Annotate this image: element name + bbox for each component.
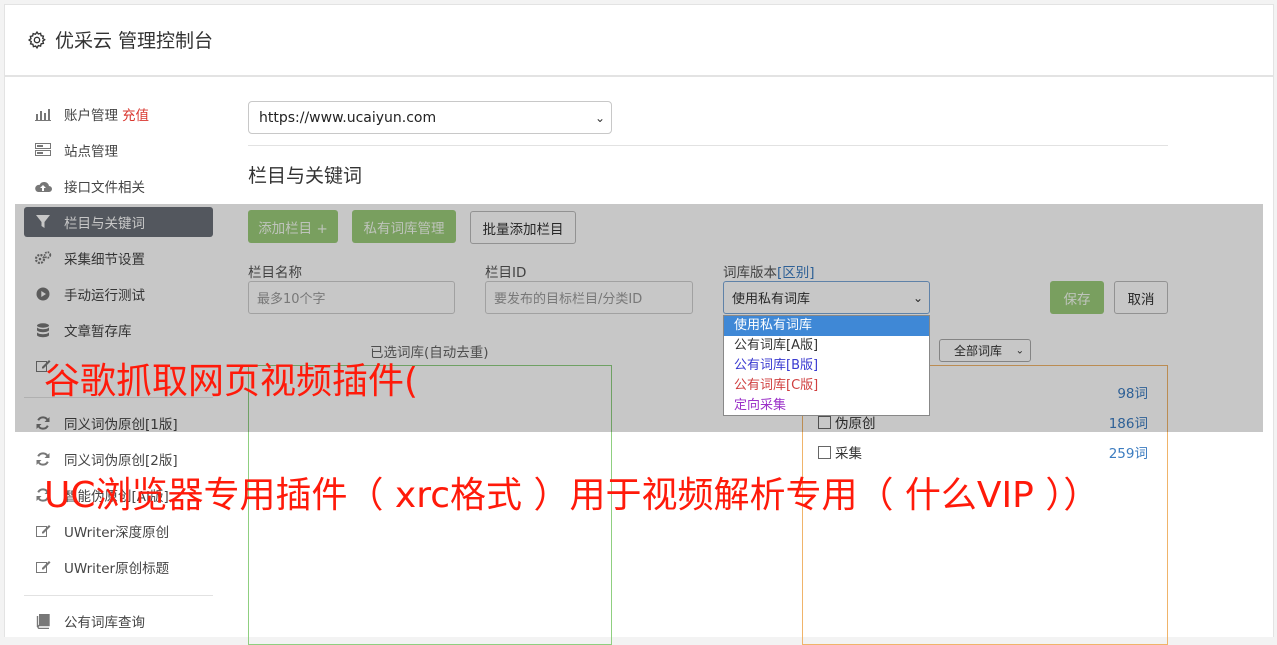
lib-version-value: 使用私有词库	[732, 292, 811, 307]
overlay-caption-2: UC浏览器专用插件（ xrc格式 ）用于视频解析专用（ 什么VIP ））	[44, 475, 1100, 516]
dropdown-option[interactable]: 定向采集	[724, 396, 929, 416]
dropdown-option[interactable]: 公有词库[C版]	[724, 376, 929, 396]
edit-icon	[34, 558, 52, 576]
private-lib-button[interactable]: 私有词库管理	[352, 210, 456, 243]
database-icon	[34, 321, 52, 339]
sidebar-item-uwriter-title[interactable]: UWriter原创标题	[24, 552, 213, 582]
sidebar-item-account[interactable]: 账户管理 充值	[24, 99, 213, 129]
sidebar-item-label: 账户管理	[64, 108, 118, 124]
sidebar-item-sites[interactable]: 站点管理	[24, 135, 213, 165]
dropdown-option[interactable]: 公有词库[A版]	[724, 336, 929, 356]
sidebar-item-manual-run[interactable]: 手动运行测试	[24, 279, 213, 309]
cogs-icon	[34, 249, 52, 267]
divider	[248, 145, 1168, 146]
batch-add-button[interactable]: 批量添加栏目	[470, 211, 576, 244]
sidebar-item-columns-keywords[interactable]: 栏目与关键词	[24, 207, 213, 237]
sidebar-item-label: 手动运行测试	[64, 288, 145, 304]
sidebar-item-label: UWriter深度原创	[64, 525, 170, 541]
lib-version-dropdown[interactable]: 使用私有词库 公有词库[A版] 公有词库[B版] 公有词库[C版] 定向采集	[723, 315, 930, 416]
play-icon	[34, 285, 52, 303]
sidebar-item-label: 栏目与关键词	[64, 216, 145, 232]
section-title: 栏目与关键词	[248, 165, 363, 187]
lib-list-item[interactable]: 采集	[818, 442, 862, 462]
app-title-row: 优采云 管理控制台	[27, 26, 213, 53]
lib-item-count: 186词	[1108, 416, 1148, 432]
cloud-upload-icon	[34, 177, 52, 195]
sidebar-item-label: 采集细节设置	[64, 252, 145, 268]
column-name-input[interactable]: 最多10个字	[248, 281, 455, 314]
sidebar-item-uwriter-deep[interactable]: UWriter深度原创	[24, 516, 213, 546]
sidebar-item-synonym-v1[interactable]: 同义词伪原创[1版]	[24, 408, 213, 438]
sidebar-item-label: 站点管理	[64, 144, 118, 160]
lib-item-name: 采集	[835, 446, 862, 462]
site-select-value: https://www.ucaiyun.com	[259, 109, 437, 126]
lib-version-select[interactable]: 使用私有词库 ⌄	[723, 281, 930, 314]
column-name-label: 栏目名称	[248, 265, 302, 281]
overlay-caption-1: 谷歌抓取网页视频插件(	[44, 361, 419, 402]
chevron-down-icon: ⌄	[594, 110, 605, 125]
sidebar-item-article-storage[interactable]: 文章暂存库	[24, 315, 213, 345]
lib-version-label: 词库版本[区别]	[723, 261, 815, 281]
sidebar-item-label: 同义词伪原创[1版]	[64, 417, 178, 433]
sidebar-item-crawl-settings[interactable]: 采集细节设置	[24, 243, 213, 273]
dropdown-option[interactable]: 使用私有词库	[724, 316, 929, 336]
column-id-label: 栏目ID	[485, 265, 527, 281]
column-id-input[interactable]: 要发布的目标栏目/分类ID	[485, 281, 693, 314]
page-title: 优采云 管理控制台	[55, 30, 214, 52]
chevron-down-icon: ⌄	[1015, 345, 1024, 356]
gear-icon	[27, 30, 46, 49]
add-column-button[interactable]: 添加栏目 +	[248, 210, 338, 243]
bar-chart-icon	[34, 105, 52, 123]
sidebar-item-label: 接口文件相关	[64, 180, 145, 196]
edit-icon	[34, 522, 52, 540]
lib-item-count: 259词	[1108, 446, 1148, 462]
dropdown-option[interactable]: 公有词库[B版]	[724, 356, 929, 376]
recharge-link[interactable]: 充值	[122, 104, 149, 124]
refresh-icon	[34, 414, 52, 432]
sidebar-item-label: 文章暂存库	[64, 324, 132, 340]
checkbox[interactable]	[818, 445, 831, 459]
sidebar-item-label: 公有词库查询	[64, 615, 145, 631]
book-icon	[34, 612, 52, 630]
lib-version-label-text: 词库版本	[723, 265, 777, 281]
filter-icon	[34, 213, 52, 231]
header-bar: 优采云 管理控制台	[4, 4, 1274, 76]
difference-link[interactable]: [区别]	[777, 265, 815, 281]
sidebar-item-public-lib[interactable]: 公有词库查询	[24, 606, 213, 636]
lib-item-count: 98词	[1117, 386, 1148, 402]
chevron-down-icon: ⌄	[912, 290, 923, 305]
server-icon	[34, 141, 52, 159]
sidebar-divider	[24, 595, 213, 596]
sidebar-item-api-files[interactable]: 接口文件相关	[24, 171, 213, 201]
save-button[interactable]: 保存	[1050, 281, 1104, 314]
sidebar-item-label: UWriter原创标题	[64, 561, 170, 577]
checkbox[interactable]	[818, 415, 831, 429]
lib-filter-select[interactable]: 全部词库 ⌄	[939, 339, 1031, 362]
cancel-button[interactable]: 取消	[1114, 281, 1168, 314]
site-select[interactable]: https://www.ucaiyun.com ⌄	[248, 101, 612, 134]
lib-filter-value: 全部词库	[954, 344, 1003, 358]
